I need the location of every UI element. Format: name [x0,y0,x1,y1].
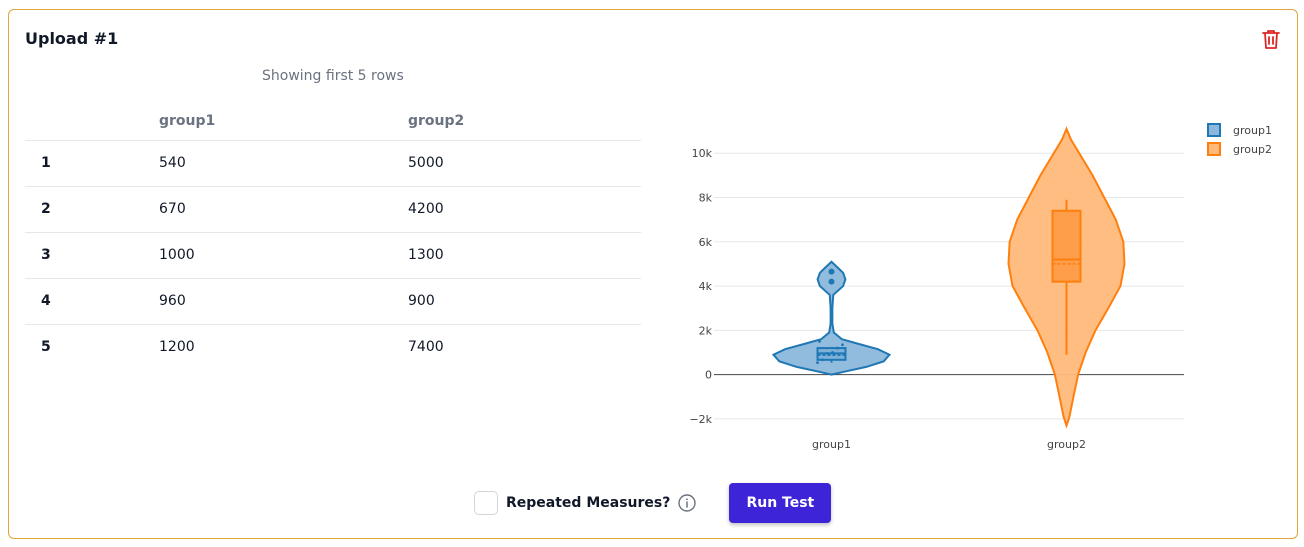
cell-group2: 7400 [408,323,641,370]
data-table: group1 group2 1 540 5000 2 670 4200 3 10… [25,102,641,370]
row-index: 2 [25,185,159,232]
cell-group1: 1000 [159,231,408,278]
violin-chart-svg: −2k 0 2k 4k 6k 8k 10k group1 group2 group1 group2 [689,123,1272,451]
group1-legend-label: group1 [1233,124,1272,137]
cell-group1: 1200 [159,323,408,370]
y-tick-label: −2k [689,413,712,426]
cell-group2: 4200 [408,185,641,232]
table-row: 2 670 4200 [25,185,641,232]
y-tick-label: 10k [692,147,713,160]
group1-data-point [818,340,821,343]
group1-data-point [841,343,844,347]
violin-chart: −2k 0 2k 4k 6k 8k 10k group1 group2 group1 group2 [669,110,1289,470]
group1-data-point [821,358,824,362]
table-row: 1 540 5000 [25,139,641,186]
repeated-measures-label: Repeated Measures? [506,495,671,511]
group1-legend-swatch [1207,123,1221,137]
cell-group1: 960 [159,277,408,324]
info-circle-icon [678,494,697,512]
group1-outlier-point [828,278,835,285]
row-index: 4 [25,277,159,324]
y-tick-label: 6k [699,236,713,249]
cell-group2: 5000 [408,139,641,186]
repeated-measures-checkbox[interactable] [474,491,498,515]
x-tick-label: group2 [1047,438,1086,451]
delete-button[interactable] [1260,27,1282,51]
group2-box [1051,209,1082,283]
info-icon[interactable] [678,494,697,512]
y-tick-label: 8k [699,192,713,205]
column-header-group1: group1 [159,112,216,129]
group1-data-point [831,351,834,354]
y-tick-label: 2k [699,324,713,337]
y-tick-label: 4k [699,280,713,293]
table-row: 4 960 900 [25,277,641,324]
cell-group1: 670 [159,185,408,232]
upload-card: Upload #1 Showing first 5 rows group1 gr… [8,9,1298,539]
action-bar: Repeated Measures? Run Test [474,482,832,524]
row-index: 1 [25,139,159,186]
cell-group2: 900 [408,277,641,324]
row-index: 3 [25,231,159,278]
group1-data-point [826,351,829,355]
trash-icon [1262,30,1280,49]
group2-legend-swatch [1207,142,1221,156]
column-header-group2: group2 [408,112,465,129]
run-test-button[interactable]: Run Test [729,483,832,523]
column-header-index [25,102,159,140]
row-index: 5 [25,323,159,370]
table-row: 3 1000 1300 [25,231,641,278]
card-title: Upload #1 [25,29,119,48]
cell-group2: 1300 [408,231,641,278]
group1-data-point [816,361,819,365]
x-tick-label: group1 [812,438,851,451]
group1-outlier-point [828,268,835,275]
cell-group1: 540 [159,139,408,186]
table-row: 5 1200 7400 [25,323,641,370]
group2-legend-label: group2 [1233,143,1272,156]
table-header-row: group1 group2 [25,102,641,140]
group1-data-point [836,346,839,350]
y-tick-label: 0 [705,369,712,382]
table-caption: Showing first 5 rows [262,68,404,84]
